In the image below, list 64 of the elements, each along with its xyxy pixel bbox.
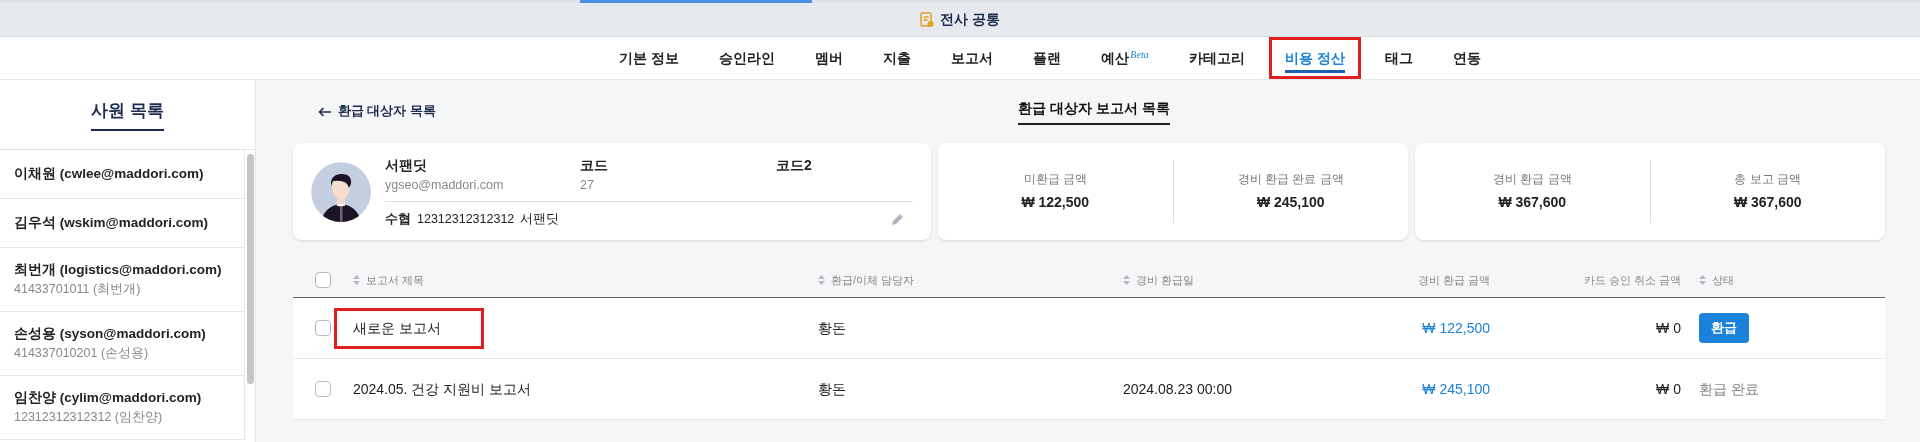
table-cell-text: 황돈	[818, 379, 847, 399]
refund-button[interactable]: 환급	[1699, 313, 1749, 343]
column-header[interactable]: 환급/이체 담당자	[818, 271, 915, 289]
account-number: 12312312312312	[417, 210, 515, 228]
header-title: 전사 공통	[940, 10, 1000, 29]
sort-icon[interactable]	[353, 275, 360, 285]
sidebar-title: 사원 목록	[91, 97, 164, 132]
sort-icon[interactable]	[1123, 275, 1130, 285]
table-cell: 2024.08.23 00:00	[1123, 381, 1232, 397]
nav-tab[interactable]: 연동	[1436, 37, 1497, 79]
nav-tab[interactable]: 승인라인	[703, 37, 792, 79]
nav-tab[interactable]: 플랜	[1017, 37, 1078, 79]
amount-link[interactable]: ₩ 122,500	[1422, 317, 1490, 339]
code-value: 27	[580, 176, 595, 194]
column-header[interactable]: 카드 승인 취소 금액	[1583, 271, 1681, 289]
sort-icon[interactable]	[818, 275, 825, 285]
edit-icon[interactable]	[891, 211, 905, 226]
status-text: 환급 완료	[1699, 381, 1759, 397]
checkbox[interactable]	[315, 320, 331, 336]
table-cell-text: ₩ 0	[1656, 318, 1681, 338]
summary-amount: ₩ 245,100	[1256, 193, 1325, 212]
table-cell-text: 황돈	[818, 318, 847, 338]
column-header[interactable]: 경비 환급 금액	[1417, 271, 1490, 289]
sort-icon[interactable]	[1699, 275, 1706, 285]
employee-item[interactable]: 최번개 (logistics@maddori.com) 41433701011 (최번개)	[0, 248, 245, 312]
summary-amount: ₩ 367,600	[1733, 193, 1802, 212]
employee-item[interactable]: 김우석 (wskim@maddori.com)	[0, 199, 245, 248]
scrollbar-thumb[interactable]	[246, 154, 254, 384]
profile-email: ygseo@maddori.com	[385, 176, 505, 194]
summary-amount: ₩ 122,500	[1021, 193, 1090, 212]
employee-item[interactable]: 손성용 (syson@maddori.com) 414337010201 (손성용)	[0, 312, 245, 376]
summary-label: 경비 환급 완료 금액	[1237, 171, 1344, 188]
nav-tab[interactable]: 기본 정보	[603, 37, 696, 79]
back-arrow-icon	[318, 106, 332, 117]
nav-tab[interactable]: 태그	[1368, 37, 1429, 79]
summary-amount: ₩ 367,600	[1498, 193, 1567, 212]
avatar-figure	[311, 161, 371, 222]
report-title[interactable]: 새로운 보고서	[334, 307, 484, 349]
document-icon	[920, 11, 935, 28]
checkbox[interactable]	[315, 272, 331, 288]
profile-name: 서팬딧	[385, 155, 428, 175]
nav-tab[interactable]: 비용 정산	[1268, 37, 1361, 79]
checkbox[interactable]	[315, 381, 331, 397]
nav-tab[interactable]: 카테고리	[1172, 37, 1261, 79]
column-header[interactable]: 경비 환급일	[1123, 271, 1195, 289]
summary-label: 총 보고 금액	[1734, 171, 1802, 188]
nav-tab[interactable]: 멤버	[799, 37, 860, 79]
employee-item[interactable]: 임찬양 (cylim@maddori.com) 12312312312312 (임찬양)	[0, 376, 245, 440]
code-label: 코드	[580, 155, 609, 175]
nav-tab[interactable]: 지출	[867, 37, 928, 79]
nav-tab[interactable]: 보고서	[935, 37, 1010, 79]
bank-name: 수협	[385, 210, 411, 228]
account-holder: 서팬딧	[520, 210, 560, 228]
employee-item[interactable]: 이채원 (cwlee@maddori.com)	[0, 150, 245, 199]
page-title: 환급 대상자 보고서 목록	[1018, 98, 1170, 125]
summary-label: 경비 환급 금액	[1492, 171, 1572, 188]
table-cell-text: ₩ 0	[1656, 379, 1681, 399]
back-link[interactable]: 환급 대상자 목록	[318, 102, 436, 121]
amount-link[interactable]: ₩ 245,100	[1422, 378, 1490, 400]
report-title[interactable]: 2024.05. 건강 지원비 보고서	[353, 379, 532, 400]
summary-label: 미환급 금액	[1023, 171, 1087, 188]
column-header[interactable]: 상태	[1699, 271, 1734, 289]
column-header[interactable]: 보고서 제목	[353, 271, 425, 289]
code2-label: 코드2	[776, 155, 813, 175]
